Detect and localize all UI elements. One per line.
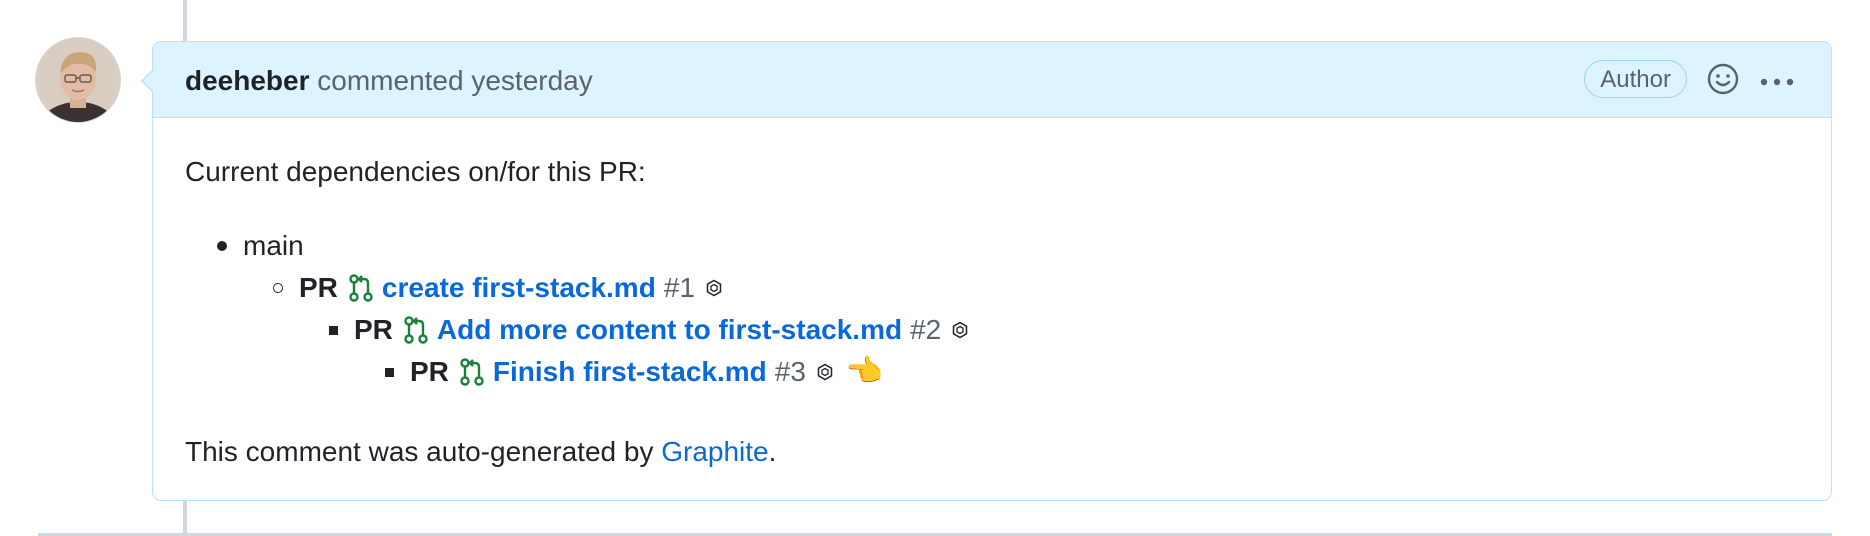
bullet-circle <box>273 283 283 293</box>
graphite-icon[interactable] <box>816 363 834 381</box>
pull-request-icon <box>404 316 428 344</box>
graphite-icon[interactable] <box>951 321 969 339</box>
pull-request-icon <box>460 358 484 386</box>
intro-text: Current dependencies on/for this PR: <box>185 156 646 187</box>
pr-link-3[interactable]: Finish first-stack.md <box>493 354 767 390</box>
footer-text: This comment was auto-generated by Graph… <box>185 434 776 470</box>
comment-header: deeheber commented yesterday Author <box>153 42 1831 118</box>
comment-box: deeheber commented yesterday Author Curr… <box>141 41 1832 501</box>
author-badge: Author <box>1584 60 1687 98</box>
pr-number: #3 <box>774 356 806 387</box>
bullet-square <box>329 325 338 335</box>
pr-number: #2 <box>910 314 942 345</box>
root-branch: main <box>243 230 304 261</box>
graphite-link[interactable]: Graphite <box>661 436 768 467</box>
bullet-square <box>385 367 394 377</box>
pr-prefix: PR <box>299 272 338 303</box>
pointing-hand-icon: 👈 <box>845 355 884 388</box>
pr-link-2[interactable]: Add more content to first-stack.md <box>437 312 902 348</box>
pr-number: #1 <box>663 272 695 303</box>
comment-time[interactable]: yesterday <box>471 65 592 96</box>
graphite-icon[interactable] <box>705 279 723 297</box>
avatar-image <box>36 38 120 122</box>
comment-action: commented <box>317 65 464 96</box>
comment-meta: deeheber commented yesterday <box>185 64 593 98</box>
avatar[interactable] <box>36 38 120 122</box>
bullet-disc <box>217 241 227 251</box>
smiley-icon <box>1707 63 1739 95</box>
reaction-button[interactable] <box>1705 61 1741 97</box>
pull-request-icon <box>349 274 373 302</box>
kebab-horizontal-icon <box>1760 78 1794 86</box>
list-item-main: main <box>217 228 304 264</box>
more-options-button[interactable] <box>1759 74 1795 86</box>
footer-prefix: This comment was auto-generated by <box>185 436 662 467</box>
author-link[interactable]: deeheber <box>185 65 310 96</box>
pr-prefix: PR <box>410 356 449 387</box>
list-item-pr-1: PR create first-stack.md #1 <box>273 270 723 306</box>
pr-prefix: PR <box>354 314 393 345</box>
pr-link-1[interactable]: create first-stack.md <box>382 270 656 306</box>
list-item-pr-3: PR Finish first-stack.md #3 👈 <box>385 354 883 390</box>
list-item-pr-2: PR Add more content to first-stack.md #2 <box>329 312 969 348</box>
footer-period: . <box>768 436 777 467</box>
